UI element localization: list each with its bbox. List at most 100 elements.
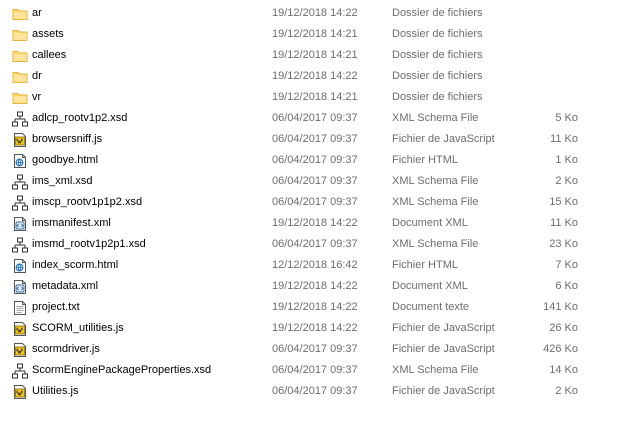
file-modified-date: 06/04/2017 09:37 xyxy=(272,175,358,187)
file-modified-date: 06/04/2017 09:37 xyxy=(272,112,358,124)
file-modified-date: 06/04/2017 09:37 xyxy=(272,343,358,355)
file-type: XML Schema File xyxy=(392,112,479,124)
file-size: 11 Ko xyxy=(550,217,578,229)
file-size: 5 Ko xyxy=(555,112,578,124)
folder-icon xyxy=(12,69,28,85)
file-type: Fichier de JavaScript xyxy=(392,385,495,397)
file-type: Fichier de JavaScript xyxy=(392,343,495,355)
file-modified-date: 19/12/2018 14:22 xyxy=(272,322,358,334)
file-row[interactable]: assets 19/12/2018 14:21 Dossier de fichier… xyxy=(0,24,644,45)
folder-icon xyxy=(12,27,28,43)
file-row[interactable]: ScormEnginePackageProperties.xsd 06/04/20… xyxy=(0,360,644,381)
file-modified-date: 12/12/2018 16:42 xyxy=(272,259,358,271)
file-name: SCORM_utilities.js xyxy=(32,322,124,334)
file-size: 15 Ko xyxy=(549,196,578,208)
html-file-icon xyxy=(12,153,28,169)
file-list: ar 19/12/2018 14:22 Dossier de fichiers ass… xyxy=(0,3,644,402)
file-size: 1 Ko xyxy=(555,154,578,166)
file-type: XML Schema File xyxy=(392,238,479,250)
file-name: ScormEnginePackageProperties.xsd xyxy=(32,364,212,376)
file-size: 2 Ko xyxy=(555,385,578,397)
file-size: 26 Ko xyxy=(549,322,578,334)
file-type: XML Schema File xyxy=(392,175,479,187)
file-name: Utilities.js xyxy=(32,385,79,397)
file-size: 6 Ko xyxy=(555,280,578,292)
xml-document-icon xyxy=(12,279,28,295)
file-size: 7 Ko xyxy=(555,259,578,271)
file-modified-date: 19/12/2018 14:21 xyxy=(272,49,358,61)
file-name: goodbye.html xyxy=(32,154,99,166)
file-name: imsmanifest.xml xyxy=(32,217,111,229)
file-modified-date: 19/12/2018 14:22 xyxy=(272,217,358,229)
file-modified-date: 19/12/2018 14:21 xyxy=(272,28,358,40)
file-modified-date: 19/12/2018 14:22 xyxy=(272,7,358,19)
file-size: 426 Ko xyxy=(543,343,578,355)
file-row[interactable]: goodbye.html 06/04/2017 09:37 Fichier HTML… xyxy=(0,150,644,171)
file-row[interactable]: vr 19/12/2018 14:21 Dossier de fichiers xyxy=(0,87,644,108)
folder-icon xyxy=(12,48,28,64)
folder-icon xyxy=(12,6,28,22)
file-row[interactable]: callees 19/12/2018 14:21 Dossier de fichie… xyxy=(0,45,644,66)
file-size: 2 Ko xyxy=(555,175,578,187)
file-type: Fichier de JavaScript xyxy=(392,322,495,334)
file-name: assets xyxy=(32,28,64,40)
xsd-schema-icon xyxy=(12,195,28,211)
file-modified-date: 06/04/2017 09:37 xyxy=(272,385,358,397)
file-type: Fichier HTML xyxy=(392,259,459,271)
file-row[interactable]: browsersniff.js 06/04/2017 09:37 Fichier d… xyxy=(0,129,644,150)
file-size: 14 Ko xyxy=(549,364,578,376)
file-row[interactable]: imscp_rootv1p1p2.xsd 06/04/2017 09:37 XML … xyxy=(0,192,644,213)
javascript-file-icon xyxy=(12,384,28,400)
xsd-schema-icon xyxy=(12,363,28,379)
file-modified-date: 06/04/2017 09:37 xyxy=(272,133,358,145)
file-row[interactable]: metadata.xml 19/12/2018 14:22 Document XML… xyxy=(0,276,644,297)
file-modified-date: 06/04/2017 09:37 xyxy=(272,238,358,250)
file-type: Fichier de JavaScript xyxy=(392,133,495,145)
file-type: Fichier HTML xyxy=(392,154,459,166)
file-name: callees xyxy=(32,49,67,61)
file-type: XML Schema File xyxy=(392,196,479,208)
file-name: project.txt xyxy=(32,301,80,313)
file-row[interactable]: imsmd_rootv1p2p1.xsd 06/04/2017 09:37 XML … xyxy=(0,234,644,255)
file-modified-date: 06/04/2017 09:37 xyxy=(272,196,358,208)
javascript-file-icon xyxy=(12,342,28,358)
file-row[interactable]: scormdriver.js 06/04/2017 09:37 Fichier de… xyxy=(0,339,644,360)
file-name: adlcp_rootv1p2.xsd xyxy=(32,112,128,124)
file-type: Document XML xyxy=(392,280,468,292)
file-row[interactable]: adlcp_rootv1p2.xsd 06/04/2017 09:37 XML Sc… xyxy=(0,108,644,129)
file-modified-date: 19/12/2018 14:22 xyxy=(272,280,358,292)
file-row[interactable]: index_scorm.html 12/12/2018 16:42 Fichier … xyxy=(0,255,644,276)
file-name: vr xyxy=(32,91,42,103)
file-name: scormdriver.js xyxy=(32,343,100,355)
file-row[interactable]: ar 19/12/2018 14:22 Dossier de fichiers xyxy=(0,3,644,24)
file-size: 11 Ko xyxy=(550,133,578,145)
file-modified-date: 19/12/2018 14:22 xyxy=(272,70,358,82)
file-name: imsmd_rootv1p2p1.xsd xyxy=(32,238,146,250)
html-file-icon xyxy=(12,258,28,274)
file-row[interactable]: project.txt 19/12/2018 14:22 Document text… xyxy=(0,297,644,318)
xml-document-icon xyxy=(12,216,28,232)
file-type: Dossier de fichiers xyxy=(392,7,483,19)
file-type: Document texte xyxy=(392,301,470,313)
file-row[interactable]: imsmanifest.xml 19/12/2018 14:22 Document … xyxy=(0,213,644,234)
file-name: index_scorm.html xyxy=(32,259,119,271)
file-type: Dossier de fichiers xyxy=(392,49,483,61)
file-modified-date: 06/04/2017 09:37 xyxy=(272,364,358,376)
file-type: Dossier de fichiers xyxy=(392,70,483,82)
file-row[interactable]: dr 19/12/2018 14:22 Dossier de fichiers xyxy=(0,66,644,87)
file-type: Dossier de fichiers xyxy=(392,28,483,40)
file-size: 141 Ko xyxy=(543,301,578,313)
file-row[interactable]: ims_xml.xsd 06/04/2017 09:37 XML Schema Fi… xyxy=(0,171,644,192)
xsd-schema-icon xyxy=(12,237,28,253)
file-type: XML Schema File xyxy=(392,364,479,376)
file-type: Dossier de fichiers xyxy=(392,91,483,103)
file-name: dr xyxy=(32,70,42,82)
file-modified-date: 06/04/2017 09:37 xyxy=(272,154,358,166)
file-type: Document XML xyxy=(392,217,468,229)
file-row[interactable]: SCORM_utilities.js 19/12/2018 14:22 Fichie… xyxy=(0,318,644,339)
text-file-icon xyxy=(12,300,28,316)
file-size: 23 Ko xyxy=(549,238,578,250)
javascript-file-icon xyxy=(12,132,28,148)
file-name: metadata.xml xyxy=(32,280,99,292)
file-row[interactable]: Utilities.js 06/04/2017 09:37 Fichier de J… xyxy=(0,381,644,402)
